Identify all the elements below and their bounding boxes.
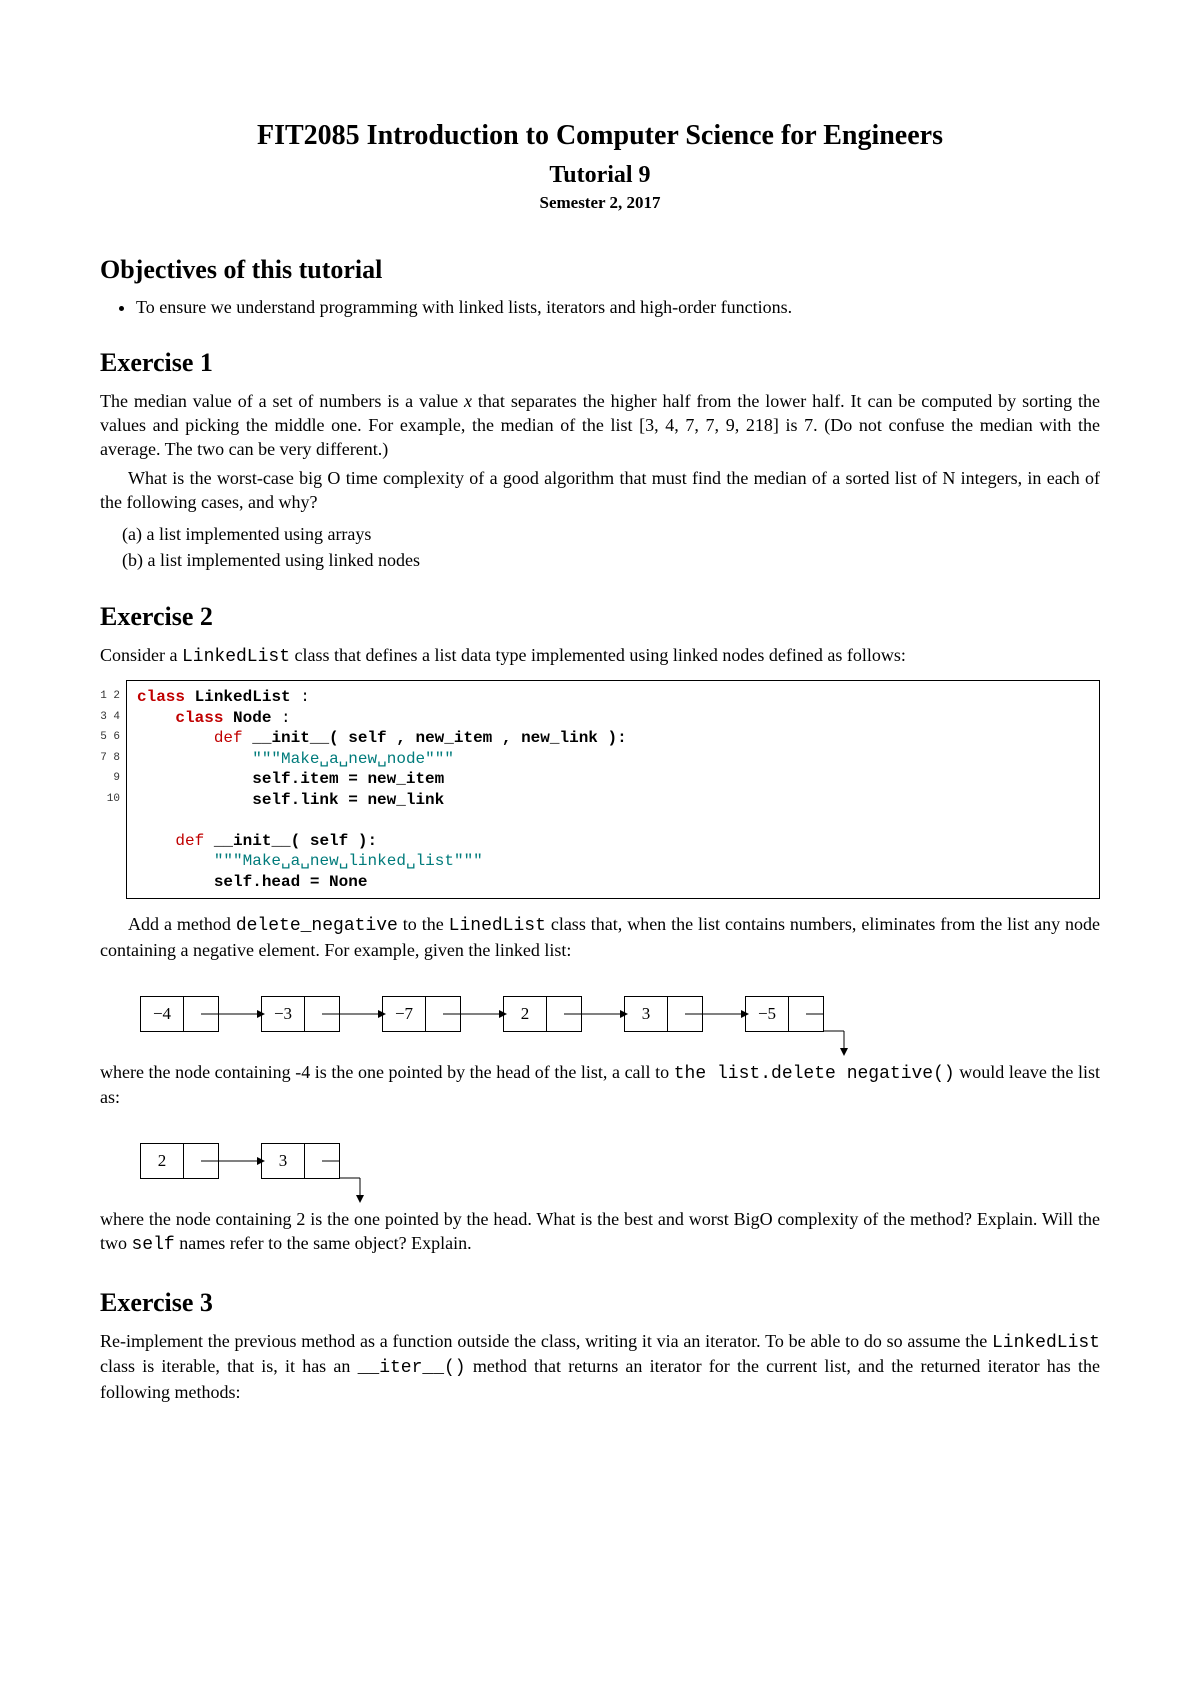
- exercise-2-middle: where the node containing -4 is the one …: [100, 1061, 1100, 1111]
- node-value: −7: [383, 997, 426, 1031]
- objectives-list: To ensure we understand programming with…: [136, 297, 1100, 318]
- linked-list-node: −5: [745, 996, 824, 1032]
- ex3-text: class is iterable, that is, it has an: [100, 1356, 358, 1376]
- code-inline-call: the list.delete negative(): [674, 1064, 955, 1084]
- linked-list-node: 3: [624, 996, 703, 1032]
- node-value: −3: [262, 997, 305, 1031]
- ex2-text: names refer to the same object? Explain.: [175, 1233, 472, 1253]
- node-value: −4: [141, 997, 184, 1031]
- exercise-2-after-code: Add a method delete_negative to the Line…: [100, 913, 1100, 963]
- arrow-icon: [461, 997, 503, 1031]
- node-pointer: [184, 1144, 218, 1178]
- exercise-3-heading: Exercise 3: [100, 1288, 1100, 1318]
- code-inline-iter: __iter__(): [358, 1358, 466, 1378]
- node-pointer: [184, 997, 218, 1031]
- node-pointer: [547, 997, 581, 1031]
- semester-label: Semester 2, 2017: [100, 193, 1100, 213]
- linked-list-node: −3: [261, 996, 340, 1032]
- document-page: FIT2085 Introduction to Computer Science…: [0, 0, 1200, 1697]
- code-inline-self: self: [132, 1235, 175, 1255]
- linked-list-diagram-2: 23: [140, 1136, 1100, 1186]
- linked-list-node: −7: [382, 996, 461, 1032]
- exercise-1-heading: Exercise 1: [100, 348, 1100, 378]
- exercise-3-paragraph: Re-implement the previous method as a fu…: [100, 1330, 1100, 1405]
- variable-x: x: [464, 391, 472, 411]
- exercise-1-sublist: (a) a list implemented using arrays (b) …: [122, 523, 1100, 573]
- node-pointer: [789, 997, 823, 1031]
- ex1-text: What is the worst-case big O time comple…: [100, 468, 1100, 512]
- objectives-heading: Objectives of this tutorial: [100, 255, 1100, 285]
- arrow-icon: [219, 1144, 261, 1178]
- exercise-1-paragraph-1: The median value of a set of numbers is …: [100, 390, 1100, 461]
- code-listing: 1 2 3 4 5 6 7 8 9 10 class LinkedList : …: [100, 680, 1100, 899]
- line-numbers: 1 2 3 4 5 6 7 8 9 10: [100, 680, 126, 899]
- exercise-1-paragraph-2: What is the worst-case big O time comple…: [100, 467, 1100, 515]
- ex1-item-a: (a) a list implemented using arrays: [122, 523, 1100, 547]
- exercise-2-heading: Exercise 2: [100, 602, 1100, 632]
- code-body: class LinkedList : class Node : def __in…: [126, 680, 1100, 899]
- ex2-text: where the node containing -4 is the one …: [100, 1062, 674, 1082]
- ex2-text: Add a method: [128, 914, 236, 934]
- exercise-2-after-list: where the node containing 2 is the one p…: [100, 1208, 1100, 1258]
- node-value: 2: [141, 1144, 184, 1178]
- code-inline-linkedlist: LinkedList: [182, 647, 290, 667]
- node-pointer: [305, 997, 339, 1031]
- node-value: 3: [625, 997, 668, 1031]
- code-inline-linkedlist: LinkedList: [992, 1333, 1100, 1353]
- node-value: 3: [262, 1144, 305, 1178]
- node-pointer: [305, 1144, 339, 1178]
- linked-list-diagram-1: −4 −3 −7 2 3 −5: [140, 989, 1100, 1039]
- course-title: FIT2085 Introduction to Computer Science…: [100, 120, 1100, 152]
- ex2-text: Consider a: [100, 645, 182, 665]
- ex2-text: class that defines a list data type impl…: [290, 645, 906, 665]
- linked-list-node: 3: [261, 1143, 340, 1179]
- linked-list-node: 2: [140, 1143, 219, 1179]
- linked-list-node: 2: [503, 996, 582, 1032]
- code-inline-delete-negative: delete_negative: [236, 916, 398, 936]
- linked-list-node: −4: [140, 996, 219, 1032]
- node-pointer: [668, 997, 702, 1031]
- arrow-icon: [340, 997, 382, 1031]
- node-value: 2: [504, 997, 547, 1031]
- arrow-icon: [219, 997, 261, 1031]
- ex2-text: to the: [398, 914, 449, 934]
- tutorial-number: Tutorial 9: [100, 162, 1100, 189]
- objective-item: To ensure we understand programming with…: [136, 297, 1100, 318]
- node-pointer: [426, 997, 460, 1031]
- code-inline-linedlist: LinedList: [449, 916, 546, 936]
- exercise-2-intro: Consider a LinkedList class that defines…: [100, 644, 1100, 670]
- node-value: −5: [746, 997, 789, 1031]
- title-block: FIT2085 Introduction to Computer Science…: [100, 120, 1100, 213]
- ex1-text: The median value of a set of numbers is …: [100, 391, 464, 411]
- ex1-item-b: (b) a list implemented using linked node…: [122, 549, 1100, 573]
- arrow-icon: [582, 997, 624, 1031]
- arrow-icon: [703, 997, 745, 1031]
- ex3-text: Re-implement the previous method as a fu…: [100, 1331, 992, 1351]
